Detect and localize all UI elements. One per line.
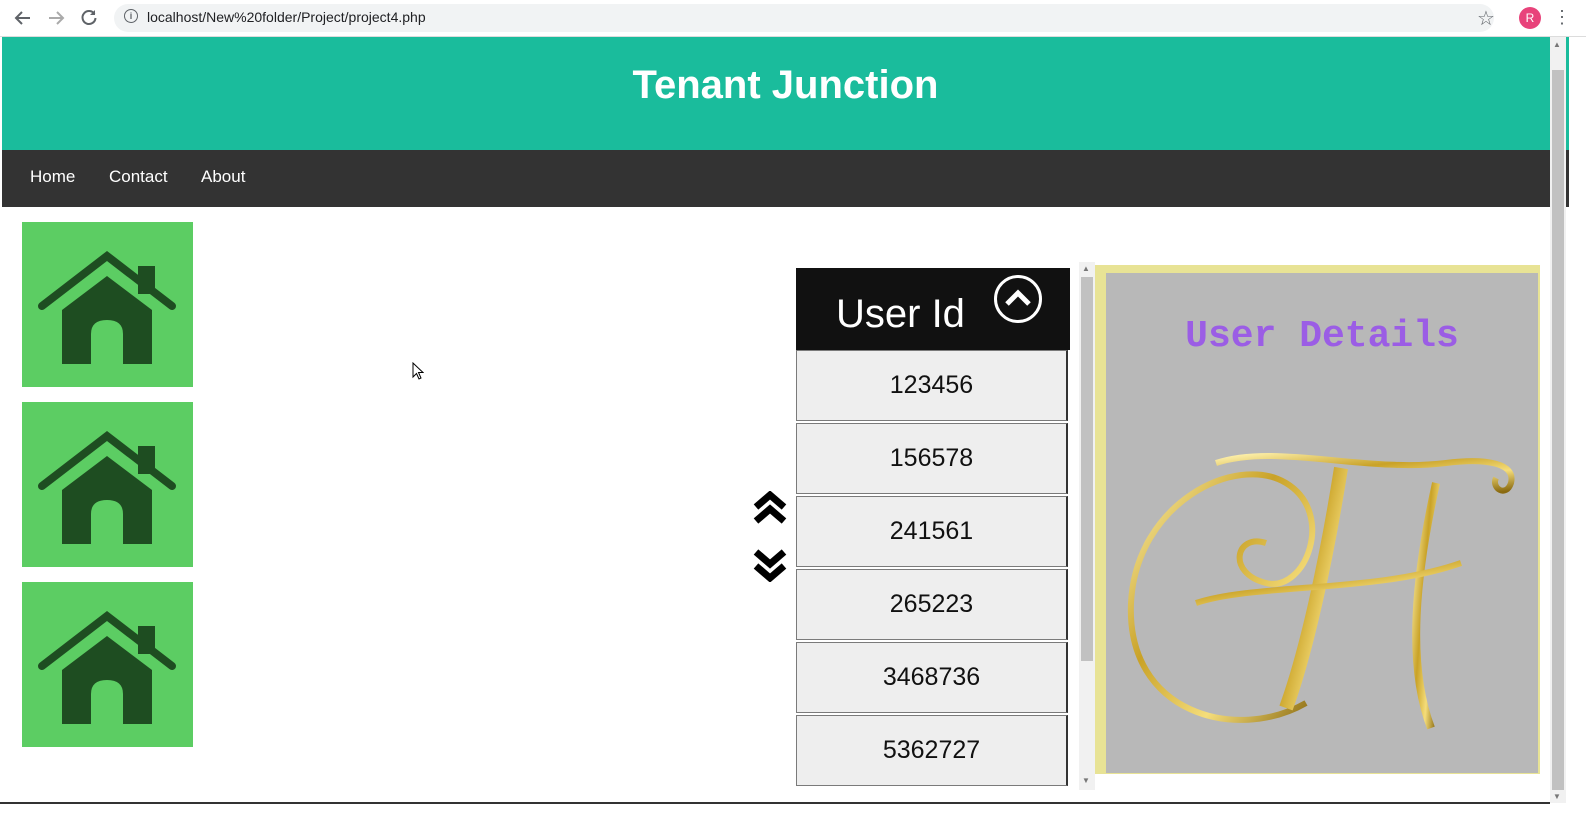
mouse-cursor-icon [412, 361, 425, 385]
divider [0, 802, 1550, 804]
user-id-row[interactable]: 265223 [796, 569, 1068, 640]
list-scrollbar-thumb[interactable] [1081, 277, 1093, 661]
user-id-row[interactable]: 5362727 [796, 715, 1068, 786]
page-scrollbar-thumb[interactable] [1552, 70, 1564, 790]
user-id-row[interactable]: 123456 [796, 350, 1068, 421]
user-id-row[interactable]: 3468736 [796, 642, 1068, 713]
house-icon[interactable] [22, 402, 193, 567]
nav-home[interactable]: Home [30, 167, 75, 187]
profile-avatar[interactable]: R [1519, 7, 1541, 29]
user-id-row[interactable]: 241561 [796, 496, 1068, 567]
gold-monogram-logo [1116, 443, 1536, 748]
reload-icon[interactable] [77, 6, 101, 30]
double-chevron-up-icon[interactable] [752, 490, 788, 530]
info-icon[interactable]: i [124, 9, 138, 23]
user-id-row[interactable]: 156578 [796, 423, 1068, 494]
scroll-up-arrow-icon[interactable]: ▲ [1082, 264, 1090, 273]
site-title: Tenant Junction [632, 63, 939, 107]
house-icon[interactable] [22, 222, 193, 387]
double-chevron-down-icon[interactable] [752, 548, 788, 587]
top-navigation: Home Contact About [2, 150, 1569, 207]
url-text[interactable]: localhost/New%20folder/Project/project4.… [147, 9, 426, 25]
chevron-up-circle-icon[interactable] [994, 275, 1042, 323]
nav-about[interactable]: About [201, 167, 245, 187]
page-scroll-up-icon[interactable]: ▲ [1553, 40, 1561, 49]
scroll-down-arrow-icon[interactable]: ▼ [1082, 776, 1090, 785]
page-scroll-down-icon[interactable]: ▼ [1553, 792, 1561, 801]
house-icon[interactable] [22, 582, 193, 747]
nav-contact[interactable]: Contact [109, 167, 168, 187]
user-id-header: User Id [796, 268, 1070, 350]
user-details-content: User Details [1106, 273, 1538, 773]
more-menu-icon[interactable]: ⋮ [1553, 6, 1571, 28]
user-details-title: User Details [1185, 315, 1459, 358]
site-header: Tenant Junction [2, 37, 1569, 150]
forward-icon[interactable] [44, 6, 68, 30]
user-id-list: User Id 123456 156578 241561 265223 3468… [796, 268, 1070, 790]
user-id-header-label: User Id [836, 292, 965, 336]
back-icon[interactable] [11, 6, 35, 30]
bookmark-star-icon[interactable]: ☆ [1477, 6, 1495, 31]
